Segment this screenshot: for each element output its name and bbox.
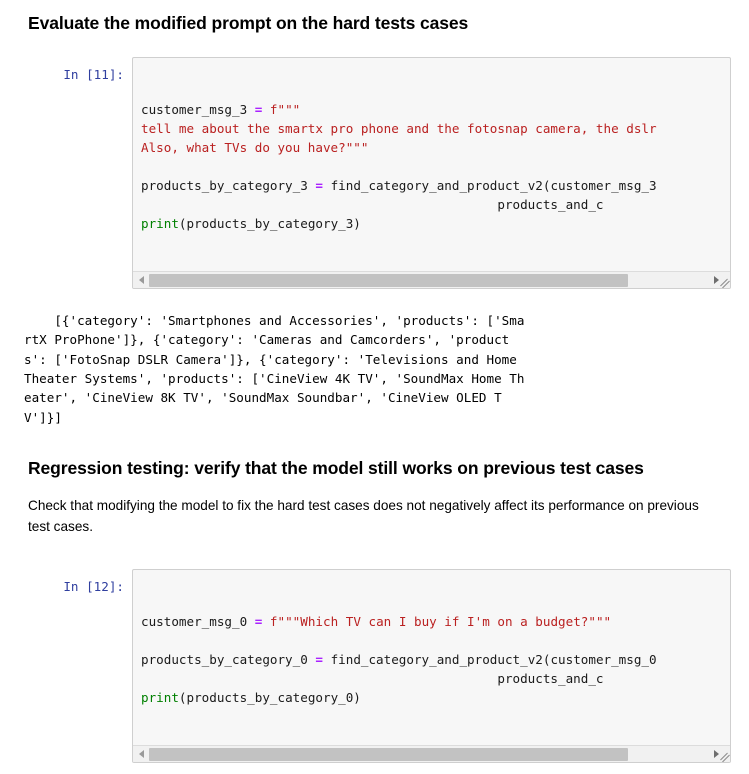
code-editor-text-area-1[interactable]: customer_msg_3 = f""" tell me about the … [133,58,730,271]
code-token: find_category_and_product_v2(customer_ms… [322,652,657,668]
cell-output-stream-1: [{'category': 'Smartphones and Accessori… [24,313,525,425]
scrollbar-thumb-1[interactable] [149,273,628,287]
scroll-left-arrow-icon[interactable] [133,272,149,288]
code-cell-2: In [12]: customer_msg_0 = f"""Which TV c… [0,569,749,764]
code-token: print [141,216,179,232]
code-token: = [315,652,323,668]
scrollbar-track-1[interactable] [149,272,712,288]
code-token: customer_msg_0 [141,614,255,630]
section-paragraph-regression: Check that modifying the model to fix th… [28,497,699,534]
page-title-evaluate-modified-prompt: Evaluate the modified prompt on the hard… [28,13,469,33]
input-prompt-label-2: In [12]: [63,579,124,595]
code-token: f""" [269,102,301,118]
horizontal-scrollbar-2[interactable] [133,745,730,763]
horizontal-scrollbar-1[interactable] [133,271,730,289]
code-token: = [315,178,323,194]
resize-grip-icon-2[interactable] [712,747,730,763]
code-token: Also, what TVs do you have?""" [141,140,369,156]
code-token: find_category_and_product_v2(customer_ms… [322,178,657,194]
notebook-page: Evaluate the modified prompt on the hard… [0,0,749,774]
code-cell-1: In [11]: customer_msg_3 = f""" tell me a… [0,57,749,290]
page-title-regression-testing: Regression testing: verify that the mode… [28,457,644,478]
scrollbar-thumb-2[interactable] [149,747,628,761]
code-editor-text-area-2[interactable]: customer_msg_0 = f"""Which TV can I buy … [133,570,730,745]
code-token: products_and_c [141,671,604,687]
scroll-left-arrow-icon[interactable] [133,746,149,762]
scrollbar-track-2[interactable] [149,746,712,762]
code-source-1: customer_msg_3 = f""" tell me about the … [141,100,730,233]
code-token: print [141,690,179,706]
resize-grip-icon-1[interactable] [712,273,730,288]
code-token: f"""Which TV can I buy if I'm on a budge… [269,614,612,630]
code-token: products_by_category_0 [141,652,316,668]
code-token: (products_by_category_3) [178,216,361,232]
code-token: tell me about the smartx pro phone and t… [141,121,657,137]
code-editor-1[interactable]: customer_msg_3 = f""" tell me about the … [132,57,731,290]
input-prompt-label-1: In [11]: [63,67,124,83]
code-token: customer_msg_3 [141,102,255,118]
code-token: (products_by_category_0) [178,690,361,706]
code-token: products_and_c [141,197,604,213]
code-source-2: customer_msg_0 = f"""Which TV can I buy … [141,612,730,707]
code-editor-2[interactable]: customer_msg_0 = f"""Which TV can I buy … [132,569,731,764]
code-token: products_by_category_3 [141,178,316,194]
